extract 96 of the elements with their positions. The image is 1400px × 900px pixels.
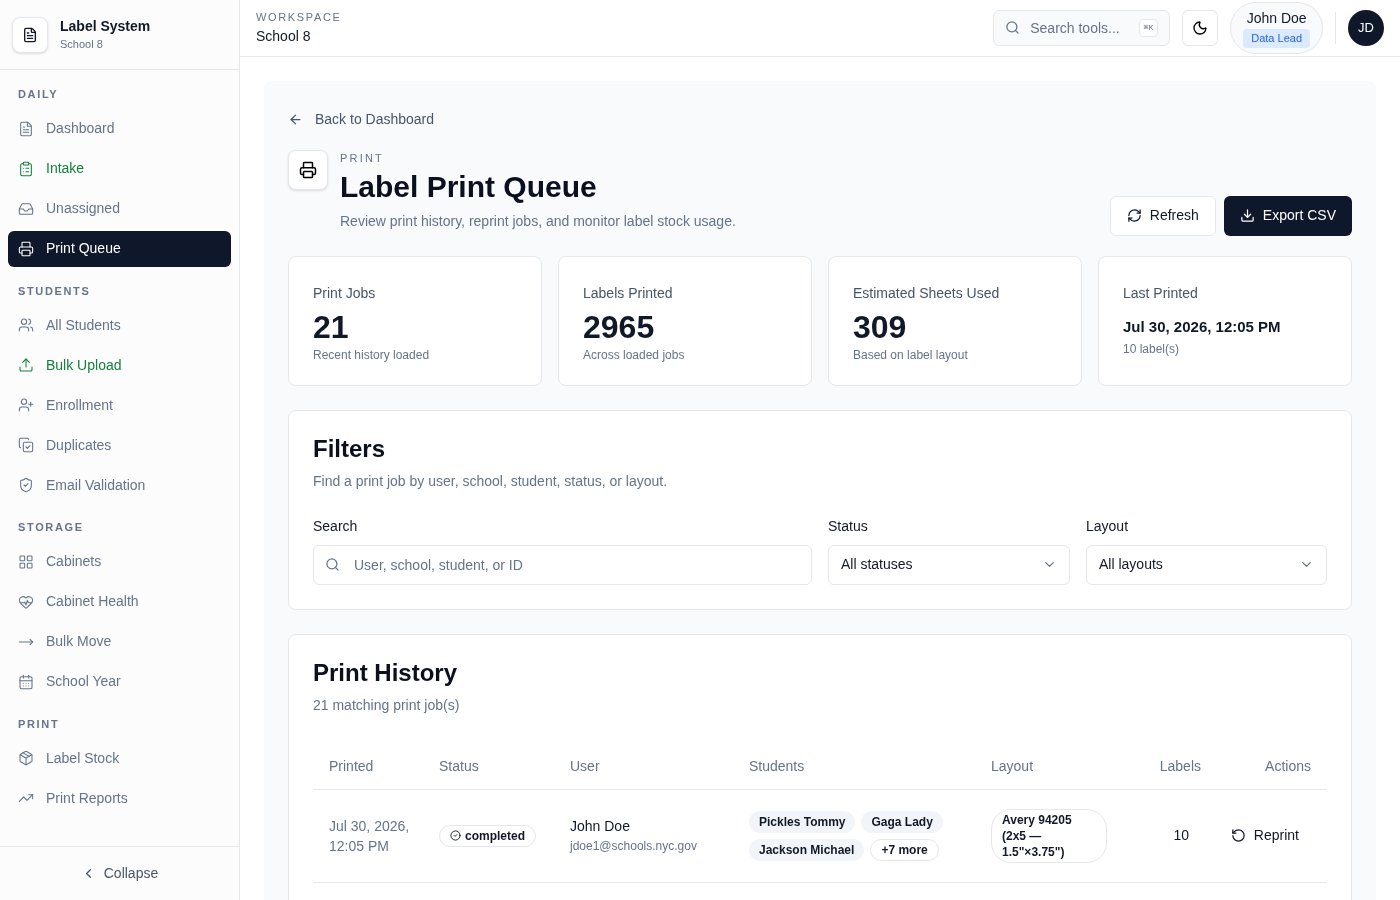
workspace-label: WORKSPACE: [256, 10, 342, 26]
avatar[interactable]: JD: [1348, 10, 1384, 46]
search-icon: [325, 556, 340, 572]
printer-icon: [288, 150, 328, 190]
copy-icon: [18, 437, 34, 453]
history-subtitle: 21 matching print job(s): [313, 695, 461, 715]
moon-icon: [1192, 20, 1209, 36]
reprint-icon: [1230, 828, 1246, 843]
student-tag: Jackson Michael: [749, 838, 865, 861]
search-input[interactable]: User, school, student, or ID: [313, 544, 812, 585]
field-label: Layout: [1086, 516, 1130, 536]
page-eyebrow: PRINT: [340, 151, 385, 166]
sidebar-item[interactable]: Email Validation: [8, 467, 231, 503]
sidebar-item[interactable]: Dashboard: [8, 110, 231, 147]
user-email: jdoe1@schools.nyc.gov: [570, 838, 698, 855]
user-name: John Doe: [1246, 9, 1307, 29]
sidebar-item[interactable]: Cabinet Health: [8, 583, 231, 620]
user-chip[interactable]: John Doe Data Lead: [1230, 2, 1323, 54]
app-subtitle: School 8: [60, 37, 104, 53]
back-link[interactable]: Back to Dashboard: [288, 109, 435, 130]
check-circle-icon: [450, 830, 461, 841]
upload-icon: [18, 357, 34, 373]
users-icon: [18, 317, 34, 333]
stat-label: Last Printed: [1123, 283, 1199, 303]
logo-icon: [12, 16, 48, 53]
user-plus-icon: [18, 397, 34, 413]
layout-badge: Avery 94205 (2x5 — 1.5"×3.75"): [991, 808, 1107, 863]
labels-count: 10: [1173, 826, 1190, 845]
column-header: Labels: [1159, 756, 1201, 776]
section-heading: STORAGE: [17, 520, 85, 535]
sidebar-item[interactable]: Enrollment: [8, 387, 231, 423]
sidebar-item[interactable]: All Students: [8, 307, 231, 343]
layout-select[interactable]: All layouts: [1086, 544, 1327, 585]
download-icon: [1239, 208, 1255, 223]
refresh-icon: [1126, 208, 1142, 223]
sidebar-item[interactable]: School Year: [8, 663, 231, 700]
theme-toggle-button[interactable]: [1182, 10, 1219, 46]
stat-note: Based on label layout: [853, 346, 969, 364]
sidebar-item[interactable]: Bulk Move: [8, 623, 231, 660]
column-header: User: [570, 756, 601, 776]
section-heading: PRINT: [17, 716, 61, 732]
export-button[interactable]: Export CSV: [1223, 195, 1352, 236]
stat-label: Estimated Sheets Used: [853, 283, 1001, 303]
user-name: John Doe: [570, 817, 631, 836]
stat-value: 309: [853, 307, 908, 346]
student-tag: Gaga Lady: [861, 810, 943, 833]
page-subtitle: Review print history, reprint jobs, and monitor label stock usage.: [340, 211, 736, 231]
clipboard-icon: [18, 160, 34, 177]
app-title: Label System: [60, 17, 151, 37]
shortcut-key: ⌘K: [1138, 19, 1159, 37]
search-icon: [1005, 20, 1021, 35]
role-badge: Data Lead: [1243, 29, 1310, 48]
calendar-icon: [18, 673, 34, 690]
history-title: Print History: [313, 657, 459, 688]
sidebar-item[interactable]: Duplicates: [8, 427, 231, 463]
stat-value: 21: [313, 307, 350, 346]
stat-value: 2965: [583, 307, 656, 346]
filters-subtitle: Find a print job by user, school, student, status, or layout.: [313, 471, 669, 491]
column-header: Status: [439, 756, 480, 776]
refresh-button[interactable]: Refresh: [1109, 195, 1216, 236]
sidebar-item[interactable]: Intake: [8, 150, 231, 187]
heart-pulse-icon: [18, 593, 34, 610]
column-header: Actions: [1265, 756, 1311, 776]
stat-note: 10 label(s): [1123, 341, 1181, 358]
sidebar-item[interactable]: Print Queue: [8, 230, 231, 267]
sidebar-item[interactable]: Unassigned: [8, 190, 231, 227]
column-header: Layout: [991, 756, 1035, 776]
stat-label: Print Jobs: [313, 283, 377, 303]
section-heading: STUDENTS: [17, 283, 92, 299]
stat-value: Jul 30, 2026, 12:05 PM: [1123, 316, 1282, 337]
stat-note: Across loaded jobs: [583, 346, 686, 364]
printed-date: Jul 30, 2026, 12:05 PM: [329, 816, 411, 856]
column-header: Students: [749, 756, 806, 776]
column-header: Printed: [329, 756, 375, 776]
stat-note: Recent history loaded: [313, 346, 431, 364]
collapse-button[interactable]: Collapse: [80, 863, 159, 884]
shield-icon: [18, 477, 34, 493]
reprint-button[interactable]: Reprint: [1230, 825, 1311, 846]
workspace-name: School 8: [256, 26, 312, 46]
box-icon: [18, 750, 34, 766]
filters-title: Filters: [313, 433, 387, 464]
sidebar-item[interactable]: Cabinets: [8, 543, 231, 580]
sidebar-item[interactable]: Bulk Upload: [8, 347, 231, 383]
section-heading: DAILY: [17, 87, 60, 102]
sidebar-item[interactable]: Label Stock: [8, 740, 231, 776]
grid-icon: [18, 553, 34, 570]
printer-icon: [18, 240, 34, 257]
inbox-icon: [18, 200, 34, 217]
sidebar-item[interactable]: Print Reports: [8, 780, 231, 816]
field-label: Status: [828, 516, 869, 536]
page-title: Label Print Queue: [340, 168, 598, 205]
student-tag: Pickles Tommy: [749, 810, 856, 833]
field-label: Search: [313, 516, 359, 536]
status-select[interactable]: All statuses: [828, 544, 1070, 585]
document-icon: [18, 120, 34, 137]
stat-label: Labels Printed: [583, 283, 674, 303]
